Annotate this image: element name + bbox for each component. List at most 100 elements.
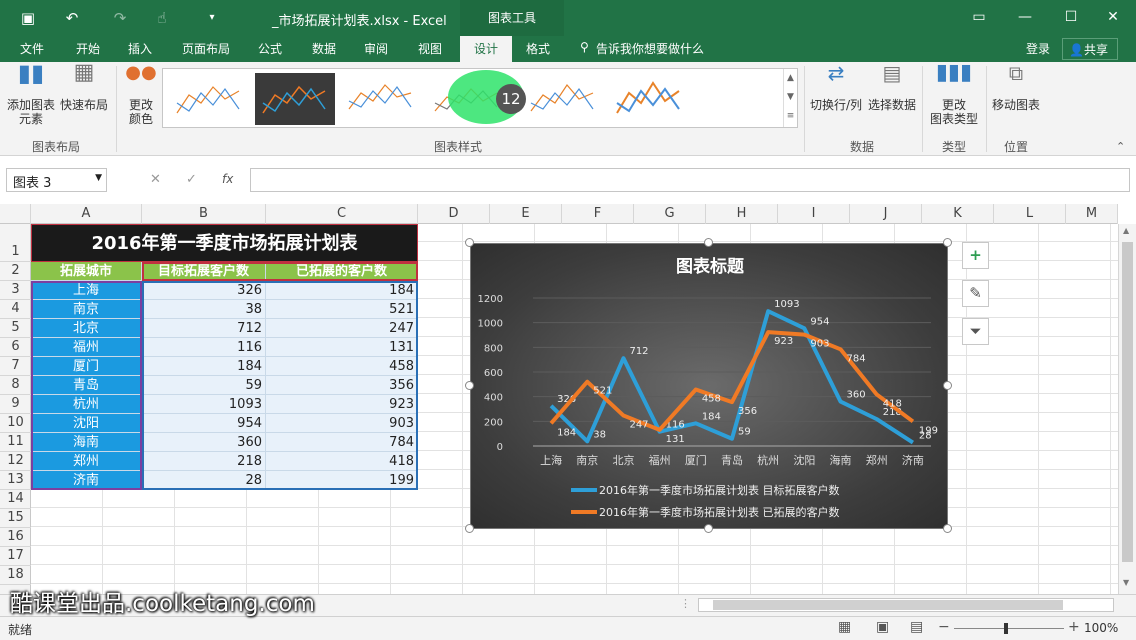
redo-icon[interactable]: ↷	[108, 6, 132, 30]
resize-handle[interactable]	[465, 381, 474, 390]
row-header[interactable]: 15	[0, 509, 31, 528]
resize-handle[interactable]	[943, 238, 952, 247]
resize-handle[interactable]	[704, 524, 713, 533]
column-header[interactable]: K	[922, 204, 994, 224]
touch-mode-icon[interactable]: ☝	[150, 6, 174, 30]
resize-handle[interactable]	[465, 524, 474, 533]
tab-view[interactable]: 视图	[418, 40, 442, 57]
column-header[interactable]: E	[490, 204, 562, 224]
tab-data[interactable]: 数据	[312, 40, 336, 57]
resize-handle[interactable]	[943, 381, 952, 390]
switch-row-column-button[interactable]: ⇄ 切换行/列	[808, 63, 864, 112]
row-header[interactable]: 16	[0, 528, 31, 547]
column-header[interactable]: G	[634, 204, 706, 224]
table-title[interactable]: 2016年第一季度市场拓展计划表	[31, 224, 418, 262]
collapse-ribbon-icon[interactable]: ⌃	[1116, 140, 1125, 153]
scroll-thumb[interactable]	[1122, 242, 1133, 562]
row-header[interactable]: 8	[0, 376, 31, 395]
row-header[interactable]: 4	[0, 300, 31, 319]
column-header[interactable]: J	[850, 204, 922, 224]
column-header[interactable]: H	[706, 204, 778, 224]
formula-input[interactable]	[250, 168, 1130, 192]
resize-handle[interactable]	[704, 238, 713, 247]
achieved-cell[interactable]: 247	[266, 319, 418, 338]
achieved-cell[interactable]: 784	[266, 433, 418, 452]
row-header[interactable]: 12	[0, 452, 31, 471]
select-data-button[interactable]: ▤ 选择数据	[866, 63, 918, 112]
column-header[interactable]: B	[142, 204, 266, 224]
tab-design[interactable]: 设计	[460, 36, 512, 62]
tab-file[interactable]: 文件	[20, 40, 44, 57]
zoom-slider[interactable]	[954, 628, 1064, 629]
chart-style-2[interactable]	[255, 73, 335, 125]
row-header[interactable]: 10	[0, 414, 31, 433]
achieved-cell[interactable]: 458	[266, 357, 418, 376]
enter-icon[interactable]: ✓	[186, 172, 197, 187]
ribbon-display-icon[interactable]: ▭	[956, 0, 1002, 34]
chart-style-6[interactable]	[523, 73, 603, 125]
city-cell[interactable]: 青岛	[31, 376, 142, 395]
move-chart-button[interactable]: ⧉ 移动图表	[990, 63, 1042, 112]
chart-style-3[interactable]	[341, 73, 421, 125]
row-header[interactable]: 9	[0, 395, 31, 414]
city-cell[interactable]: 厦门	[31, 357, 142, 376]
row-header[interactable]: 3	[0, 281, 31, 300]
change-colors-button[interactable]: ●● 更改 颜色	[120, 64, 162, 127]
target-cell[interactable]: 218	[142, 452, 266, 471]
column-header[interactable]: F	[562, 204, 634, 224]
achieved-cell[interactable]: 184	[266, 281, 418, 300]
chart-styles-brush-icon[interactable]: ✎	[962, 280, 989, 307]
column-header-cell[interactable]: 目标拓展客户数	[142, 262, 266, 281]
achieved-cell[interactable]: 131	[266, 338, 418, 357]
chart-filter-icon[interactable]: ⏷	[962, 318, 989, 345]
target-cell[interactable]: 116	[142, 338, 266, 357]
row-header[interactable]: 5	[0, 319, 31, 338]
select-all-corner[interactable]	[0, 204, 31, 224]
city-cell[interactable]: 海南	[31, 433, 142, 452]
chart-style-1[interactable]	[169, 73, 249, 125]
target-cell[interactable]: 712	[142, 319, 266, 338]
chart-style-7[interactable]	[609, 73, 689, 125]
city-cell[interactable]: 上海	[31, 281, 142, 300]
target-cell[interactable]: 1093	[142, 395, 266, 414]
achieved-cell[interactable]: 199	[266, 471, 418, 490]
minimize-button[interactable]: —	[1002, 0, 1048, 34]
achieved-cell[interactable]: 923	[266, 395, 418, 414]
achieved-cell[interactable]: 356	[266, 376, 418, 395]
normal-view-icon[interactable]: ▦	[838, 619, 851, 635]
tab-review[interactable]: 审阅	[364, 40, 388, 57]
customize-qat-icon[interactable]: ▾	[200, 6, 224, 30]
zoom-in-icon[interactable]: +	[1068, 619, 1080, 635]
target-cell[interactable]: 59	[142, 376, 266, 395]
column-header[interactable]: I	[778, 204, 850, 224]
tab-insert[interactable]: 插入	[128, 40, 152, 57]
resize-handle[interactable]	[465, 238, 474, 247]
row-header[interactable]: 1	[0, 224, 31, 262]
row-header[interactable]: 11	[0, 433, 31, 452]
city-cell[interactable]: 郑州	[31, 452, 142, 471]
tab-home[interactable]: 开始	[76, 40, 100, 57]
city-cell[interactable]: 北京	[31, 319, 142, 338]
h-scroll-thumb[interactable]	[713, 600, 1063, 610]
achieved-cell[interactable]: 418	[266, 452, 418, 471]
quick-layout-button[interactable]: ▦ 快速布局	[58, 62, 110, 113]
resize-handle[interactable]	[943, 524, 952, 533]
close-button[interactable]: ✕	[1090, 0, 1136, 34]
horizontal-scrollbar[interactable]	[698, 598, 1114, 612]
tab-format[interactable]: 格式	[526, 40, 550, 57]
column-header[interactable]: M	[1066, 204, 1118, 224]
add-chart-element-button[interactable]: ▮▮ 添加图表 元素	[6, 61, 56, 126]
name-box[interactable]: 图表 3 ▼	[6, 168, 107, 192]
target-cell[interactable]: 360	[142, 433, 266, 452]
gallery-scroll[interactable]: ▲ ▼ ≡	[783, 69, 797, 127]
page-break-view-icon[interactable]: ▤	[910, 619, 923, 635]
undo-icon[interactable]: ↶	[60, 6, 84, 30]
city-cell[interactable]: 济南	[31, 471, 142, 490]
column-header[interactable]: D	[418, 204, 490, 224]
tab-page-layout[interactable]: 页面布局	[182, 40, 230, 57]
page-layout-view-icon[interactable]: ▣	[876, 619, 889, 635]
save-icon[interactable]: ▣	[16, 6, 40, 30]
column-header[interactable]: C	[266, 204, 418, 224]
target-cell[interactable]: 28	[142, 471, 266, 490]
city-cell[interactable]: 沈阳	[31, 414, 142, 433]
